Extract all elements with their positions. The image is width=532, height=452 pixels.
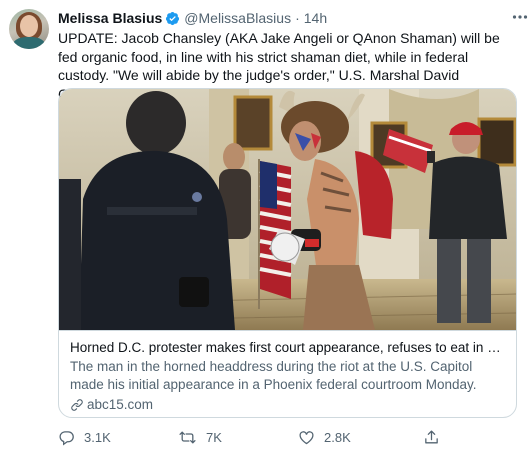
link-card[interactable]: Horned D.C. protester makes first court … [58, 88, 517, 418]
card-domain[interactable]: abc15.com [70, 396, 507, 414]
card-image[interactable] [59, 89, 516, 330]
timestamp[interactable]: 14h [304, 10, 327, 26]
tweet-header: Melissa Blasius @MelissaBlasius · 14h [58, 9, 522, 27]
reply-count: 3.1K [84, 429, 111, 445]
tweet[interactable]: Melissa Blasius @MelissaBlasius · 14h UP… [0, 0, 532, 452]
retweet-count: 7K [206, 429, 222, 445]
verified-badge-icon [166, 11, 180, 25]
like-count: 2.8K [324, 429, 351, 445]
author-name[interactable]: Melissa Blasius [58, 10, 162, 26]
avatar[interactable] [9, 9, 49, 49]
card-description: The man in the horned headdress during t… [70, 359, 477, 392]
share-icon [425, 429, 438, 443]
like-button[interactable]: 2.8K [298, 427, 351, 447]
like-icon [299, 430, 314, 444]
card-photo [59, 89, 516, 330]
link-icon [71, 399, 83, 411]
reply-icon [59, 430, 74, 445]
retweet-icon [179, 431, 196, 443]
reply-button[interactable]: 3.1K [58, 427, 111, 447]
share-button[interactable] [423, 427, 449, 447]
separator-dot: · [295, 10, 300, 26]
card-domain-text[interactable]: abc15.com [87, 396, 153, 414]
card-title[interactable]: Horned D.C. protester makes first court … [70, 339, 507, 357]
author-handle[interactable]: @MelissaBlasius [184, 10, 291, 26]
retweet-button[interactable]: 7K [178, 427, 222, 447]
more-options-icon[interactable] [512, 7, 528, 23]
card-meta[interactable]: Horned D.C. protester makes first court … [59, 330, 516, 417]
action-bar: 3.1K 7K 2.8K [58, 427, 498, 447]
